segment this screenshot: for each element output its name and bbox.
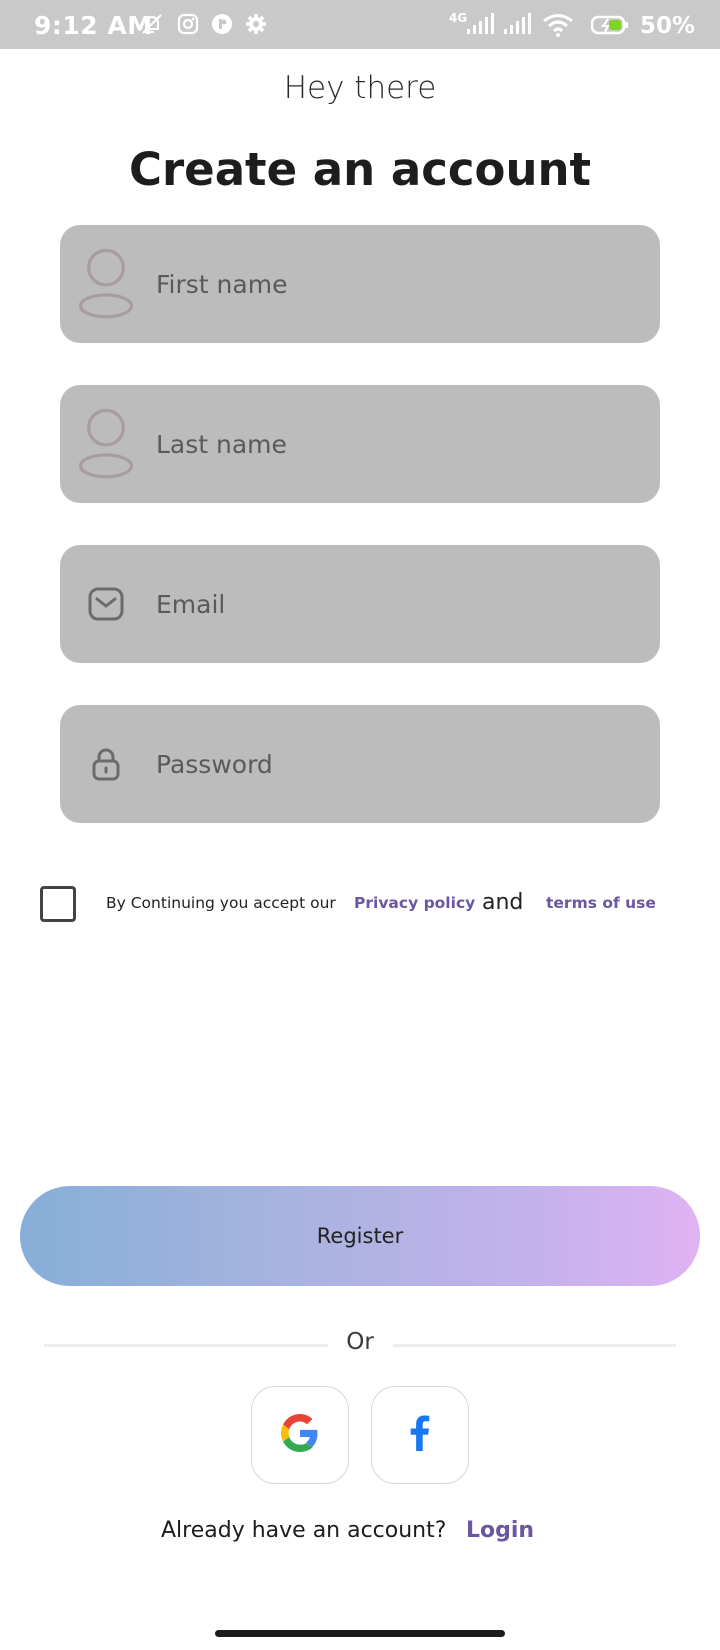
person-icon	[76, 225, 136, 343]
bell-off-icon	[140, 12, 164, 41]
terms-checkbox[interactable]	[40, 886, 76, 922]
app-icon	[210, 12, 234, 41]
first-name-input[interactable]	[156, 225, 646, 343]
first-name-field[interactable]	[60, 225, 660, 343]
last-name-input[interactable]	[156, 385, 646, 503]
signal-icon	[466, 13, 494, 40]
google-icon	[281, 1413, 319, 1457]
network-type-label: 4G	[449, 11, 468, 25]
facebook-sign-in-button[interactable]	[371, 1386, 469, 1484]
google-sign-in-button[interactable]	[251, 1386, 349, 1484]
signal-icon	[503, 13, 531, 40]
divider-line-right	[393, 1344, 676, 1347]
facebook-icon	[409, 1414, 431, 1456]
home-indicator[interactable]	[215, 1630, 505, 1637]
page-title: Create an account	[128, 143, 592, 196]
login-link[interactable]: Login	[466, 1518, 534, 1543]
terms-of-use-link[interactable]: terms of use	[546, 894, 656, 912]
password-field[interactable]	[60, 705, 660, 823]
register-button[interactable]: Register	[20, 1186, 700, 1286]
instagram-icon	[176, 12, 200, 41]
settings-gear-icon	[244, 12, 268, 41]
already-have-account-text: Already have an account?	[161, 1518, 447, 1543]
greeting-text: Hey there	[283, 70, 437, 106]
mail-icon	[76, 545, 136, 663]
password-input[interactable]	[156, 705, 646, 823]
wifi-icon	[542, 13, 574, 42]
battery-percent: 50%	[640, 13, 696, 39]
last-name-field[interactable]	[60, 385, 660, 503]
divider-line-left	[44, 1344, 328, 1347]
status-time: 9:12 AM	[34, 11, 153, 40]
lock-icon	[76, 705, 136, 823]
email-input[interactable]	[156, 545, 646, 663]
privacy-policy-link[interactable]: Privacy policy	[354, 894, 475, 912]
email-field[interactable]	[60, 545, 660, 663]
terms-and-text: and	[482, 890, 524, 915]
battery-charging-icon	[590, 15, 629, 40]
or-divider-label: Or	[346, 1329, 374, 1355]
status-bar: 9:12 AM 4G 50%	[0, 0, 720, 49]
terms-prefix-text: By Continuing you accept our	[106, 894, 336, 912]
person-icon	[76, 385, 136, 503]
